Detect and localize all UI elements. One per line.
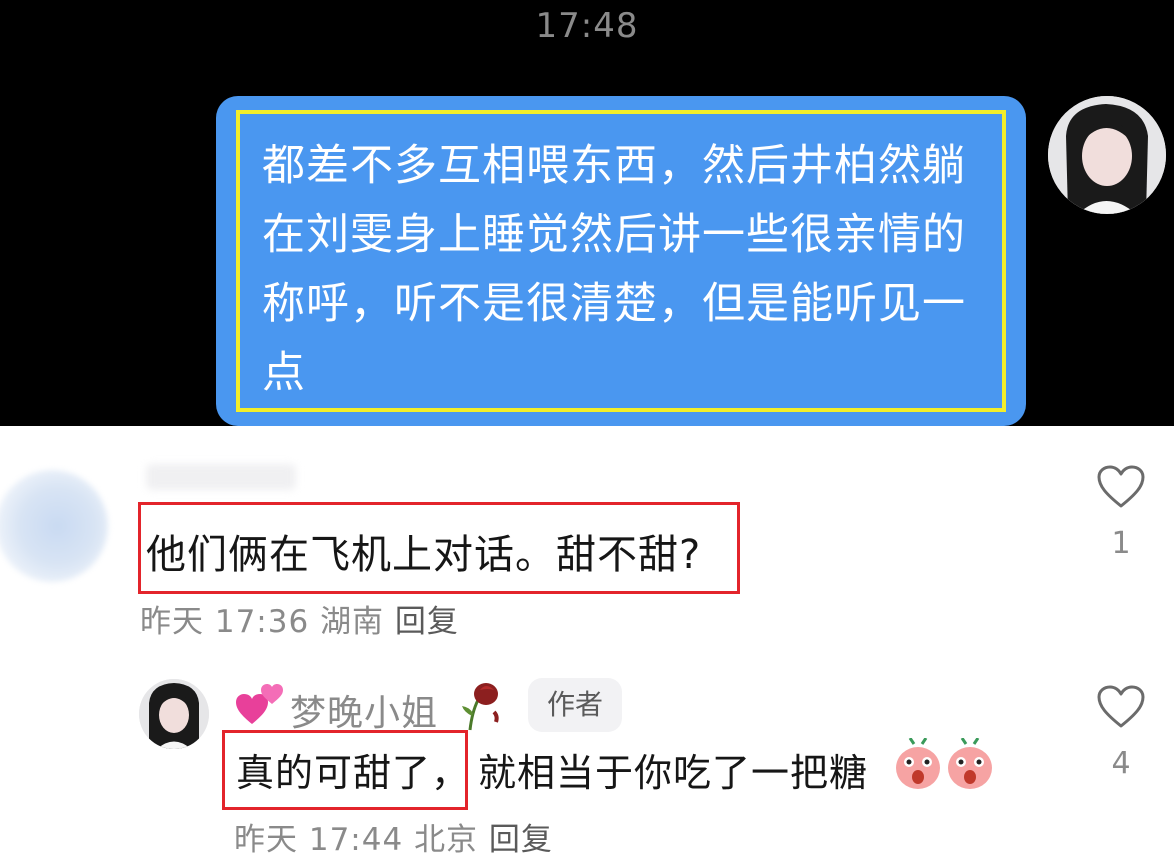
pig-face-emoji bbox=[896, 738, 940, 789]
highlight-frame: 都差不多互相喂东西，然后井柏然躺在刘雯身上睡觉然后讲一些很亲情的称呼，听不是很清… bbox=[236, 110, 1006, 412]
reply-meta: 昨天 17:44 北京 回复 bbox=[234, 814, 553, 859]
commenter-avatar-blurred[interactable] bbox=[0, 470, 108, 582]
like-count: 1 bbox=[1111, 526, 1131, 561]
pig-face-emoji bbox=[948, 738, 992, 789]
chat-timestamp: 17:48 bbox=[535, 6, 639, 46]
wilted-rose-emoji bbox=[462, 683, 499, 731]
comments-panel: 他们俩在飞机上对话。甜不甜? 昨天 17:36 湖南 回复 1 梦晚小姐 作者 … bbox=[0, 426, 1174, 866]
message-bubble[interactable]: 都差不多互相喂东西，然后井柏然躺在刘雯身上睡觉然后讲一些很亲情的称呼，听不是很清… bbox=[216, 96, 1026, 426]
heart-outline-icon[interactable] bbox=[1096, 464, 1146, 510]
author-badge: 作者 bbox=[528, 678, 622, 732]
sender-avatar[interactable] bbox=[1048, 96, 1166, 214]
reply-location: 北京 bbox=[414, 822, 479, 858]
comment-meta: 昨天 17:36 湖南 回复 bbox=[140, 596, 459, 641]
commenter-name-blurred bbox=[146, 464, 296, 490]
author-avatar[interactable] bbox=[139, 679, 209, 749]
heart-outline-icon[interactable] bbox=[1096, 684, 1146, 730]
reply-text: 就相当于你吃了一把糖 bbox=[478, 751, 869, 795]
like-count: 4 bbox=[1111, 746, 1131, 781]
comment-time: 昨天 17:36 bbox=[140, 604, 310, 640]
reply-time: 昨天 17:44 bbox=[234, 822, 404, 858]
chat-panel: 17:48 都差不多互相喂东西，然后井柏然躺在刘雯身上睡觉然后讲一些很亲情的称呼… bbox=[0, 0, 1174, 426]
comment-location: 湖南 bbox=[320, 604, 385, 640]
two-hearts-emoji bbox=[236, 684, 283, 724]
message-text: 都差不多互相喂东西，然后井柏然躺在刘雯身上睡觉然后讲一些很亲情的称呼，听不是很清… bbox=[262, 141, 966, 398]
reply-button[interactable]: 回复 bbox=[489, 822, 553, 858]
author-username[interactable]: 梦晚小姐 bbox=[290, 684, 438, 736]
comment-text: 他们俩在飞机上对话。甜不甜? bbox=[146, 532, 702, 578]
reply-button[interactable]: 回复 bbox=[395, 604, 459, 640]
reply-text-highlighted: 真的可甜了， bbox=[236, 751, 471, 795]
